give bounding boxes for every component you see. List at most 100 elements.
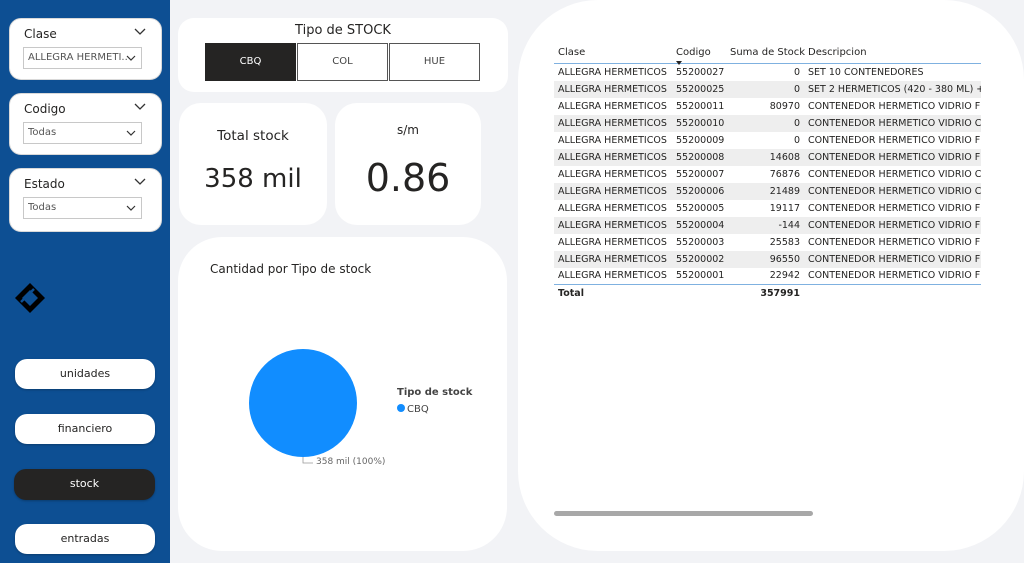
table-row[interactable]: ALLEGRA HERMETICOS 55200001 22942 CONTENEDO… bbox=[554, 268, 981, 285]
table-cell: ALLEGRA HERMETICOS bbox=[558, 236, 667, 248]
kpi-sm-value: 0.86 bbox=[365, 156, 451, 200]
table-cell: ALLEGRA HERMETICOS bbox=[554, 80, 672, 98]
kpi-total-stock: Total stock 358 mil bbox=[179, 103, 327, 225]
table-row[interactable]: ALLEGRA HERMETICOS 55200027 0 SET 10 CONTEN… bbox=[554, 64, 981, 81]
table-row[interactable]: ALLEGRA HERMETICOS 55200008 14608 CONTENEDO… bbox=[554, 148, 981, 166]
stock-type-slicer: Tipo de STOCK CBQ COL HUE bbox=[178, 18, 508, 92]
table-cell: ALLEGRA HERMETICOS bbox=[558, 100, 667, 112]
legend-dot bbox=[397, 404, 405, 412]
table-cell: 22942 bbox=[769, 270, 800, 282]
table-row[interactable]: ALLEGRA HERMETICOS 55200009 0 CONTENEDOR HE… bbox=[554, 132, 981, 149]
kpi-sm-label: s/m bbox=[397, 123, 419, 137]
filter-clase: Clase ALLEGRA HERMETI... bbox=[9, 18, 162, 80]
table-row[interactable]: ALLEGRA HERMETICOS 55200004 -144 CONTENEDOR… bbox=[554, 216, 981, 234]
table-row[interactable]: ALLEGRA HERMETICOS 55200010 0 CONTENEDOR HE… bbox=[554, 114, 981, 132]
table-total-label: Total bbox=[554, 284, 672, 302]
filter-estado-dropdown[interactable]: Todas bbox=[23, 197, 142, 219]
sidebar: Clase ALLEGRA HERMETI... Codigo Todas Es… bbox=[0, 0, 170, 563]
table-row[interactable]: ALLEGRA HERMETICOS 55200006 21489 CONTENEDO… bbox=[554, 182, 981, 200]
kpi-total-stock-label: Total stock bbox=[217, 128, 289, 144]
table-cell: 55200025 bbox=[672, 80, 726, 98]
table-cell: 55200006 bbox=[672, 182, 726, 200]
table-total-empty bbox=[672, 284, 726, 302]
filter-clase-title: Clase bbox=[24, 27, 57, 41]
table-row[interactable]: ALLEGRA HERMETICOS 55200007 76876 CONTENEDO… bbox=[554, 166, 981, 183]
column-header-codigo[interactable]: Codigo bbox=[672, 44, 726, 65]
pie-leader-line bbox=[302, 457, 313, 464]
stock-type-title: Tipo de STOCK bbox=[295, 23, 391, 38]
table-cell: ALLEGRA HERMETICOS bbox=[554, 114, 672, 132]
legend-item-cbq[interactable]: CBQ bbox=[397, 404, 429, 415]
table-cell: 55200003 bbox=[676, 236, 725, 248]
kpi-total-stock-value: 358 mil bbox=[204, 164, 302, 194]
filter-codigo-value: Todas bbox=[28, 127, 57, 138]
table-total-value: 357991 bbox=[726, 284, 804, 302]
kpi-sm: s/m 0.86 bbox=[335, 103, 481, 225]
table-cell: 19117 bbox=[769, 202, 800, 214]
table-cell: 0 bbox=[793, 66, 800, 78]
legend-item-label: CBQ bbox=[407, 404, 429, 415]
chevron-down-icon[interactable] bbox=[133, 25, 147, 39]
pie-slice-cbq[interactable] bbox=[249, 349, 357, 457]
table-cell: ALLEGRA HERMETICOS bbox=[558, 270, 667, 282]
table-row[interactable]: ALLEGRA HERMETICOS 55200002 96550 CONTENEDO… bbox=[554, 250, 981, 268]
chevron-down-icon[interactable] bbox=[133, 175, 147, 189]
nav-button-unidades[interactable]: unidades bbox=[15, 359, 155, 389]
table-cell: CONTENEDOR HERMETICO VIDRIO F bbox=[804, 148, 981, 166]
table-cell: ALLEGRA HERMETICOS bbox=[558, 202, 667, 214]
column-header-suma-stock[interactable]: Suma de Stock bbox=[726, 44, 805, 64]
horizontal-scrollbar[interactable] bbox=[554, 511, 813, 516]
table-cell: 55200008 bbox=[672, 148, 726, 166]
filter-codigo-dropdown[interactable]: Todas bbox=[23, 122, 142, 144]
table-cell: ALLEGRA HERMETICOS bbox=[554, 182, 672, 200]
table-cell: ALLEGRA HERMETICOS bbox=[554, 250, 672, 268]
table-cell: 55200004 bbox=[672, 216, 726, 234]
nav-button-entradas[interactable]: entradas bbox=[15, 524, 155, 554]
table-total-empty bbox=[804, 284, 981, 302]
table-cell: 76876 bbox=[769, 168, 800, 180]
nav-button-stock[interactable]: stock bbox=[14, 469, 155, 500]
chevron-down-icon[interactable] bbox=[133, 100, 147, 114]
chevron-down-icon bbox=[126, 130, 136, 136]
table-cell: CONTENEDOR HERMETICO VIDRIO F bbox=[808, 270, 981, 282]
table-cell: ALLEGRA HERMETICOS bbox=[558, 66, 667, 78]
table-cell: ALLEGRA HERMETICOS bbox=[554, 216, 672, 234]
table-cell: CONTENEDOR HERMETICO VIDRIO F bbox=[804, 250, 981, 268]
filter-estado-title: Estado bbox=[24, 177, 65, 191]
filter-estado-value: Todas bbox=[28, 202, 57, 213]
table-cell: 25583 bbox=[769, 236, 800, 248]
table-cell: 55200009 bbox=[676, 134, 725, 146]
filter-estado: Estado Todas bbox=[9, 168, 162, 232]
chevron-down-icon bbox=[126, 205, 136, 211]
column-header-descripcion[interactable]: Descripcion bbox=[804, 44, 981, 64]
table-cell: CONTENEDOR HERMETICO VIDRIO F bbox=[808, 236, 981, 248]
stock-type-hue[interactable]: HUE bbox=[389, 43, 480, 81]
column-header-codigo-label: Codigo bbox=[676, 47, 711, 58]
stock-table-card: Clase Codigo Suma de Stock Descripcion A… bbox=[518, 0, 1024, 551]
stock-type-cbq[interactable]: CBQ bbox=[205, 43, 296, 81]
table-cell: 96550 bbox=[726, 250, 804, 268]
table-cell: CONTENEDOR HERMETICO VIDRIO C bbox=[804, 114, 981, 132]
filter-clase-dropdown[interactable]: ALLEGRA HERMETI... bbox=[23, 47, 142, 69]
table-cell: 55200007 bbox=[676, 168, 725, 180]
nav-button-financiero[interactable]: financiero bbox=[15, 414, 155, 444]
table-cell: ALLEGRA HERMETICOS bbox=[554, 148, 672, 166]
table-cell: 80970 bbox=[769, 100, 800, 112]
column-header-clase[interactable]: Clase bbox=[554, 44, 672, 64]
table-row[interactable]: ALLEGRA HERMETICOS 55200011 80970 CONTENEDO… bbox=[554, 98, 981, 115]
stock-type-col[interactable]: COL bbox=[297, 43, 388, 81]
table-cell: 55200011 bbox=[676, 100, 725, 112]
pie-data-label: 358 mil (100%) bbox=[316, 457, 386, 467]
table-cell: 14608 bbox=[726, 148, 804, 166]
table-cell: 55200001 bbox=[676, 270, 725, 282]
chevron-down-icon bbox=[126, 55, 136, 61]
table-cell: 0 bbox=[726, 80, 804, 98]
table-row[interactable]: ALLEGRA HERMETICOS 55200003 25583 CONTENEDO… bbox=[554, 234, 981, 251]
sort-descending-icon bbox=[676, 61, 682, 65]
filter-clase-value: ALLEGRA HERMETI... bbox=[28, 52, 128, 63]
table-row[interactable]: ALLEGRA HERMETICOS 55200005 19117 CONTENEDO… bbox=[554, 200, 981, 217]
table-cell: CONTENEDOR HERMETICO VIDRIO F bbox=[808, 202, 981, 214]
pie-chart-card: Cantidad por Tipo de stock Tipo de stock… bbox=[178, 237, 507, 551]
table-row[interactable]: ALLEGRA HERMETICOS 55200025 0 SET 2 HERMETI… bbox=[554, 80, 981, 98]
stock-table: Clase Codigo Suma de Stock Descripcion A… bbox=[554, 44, 981, 302]
